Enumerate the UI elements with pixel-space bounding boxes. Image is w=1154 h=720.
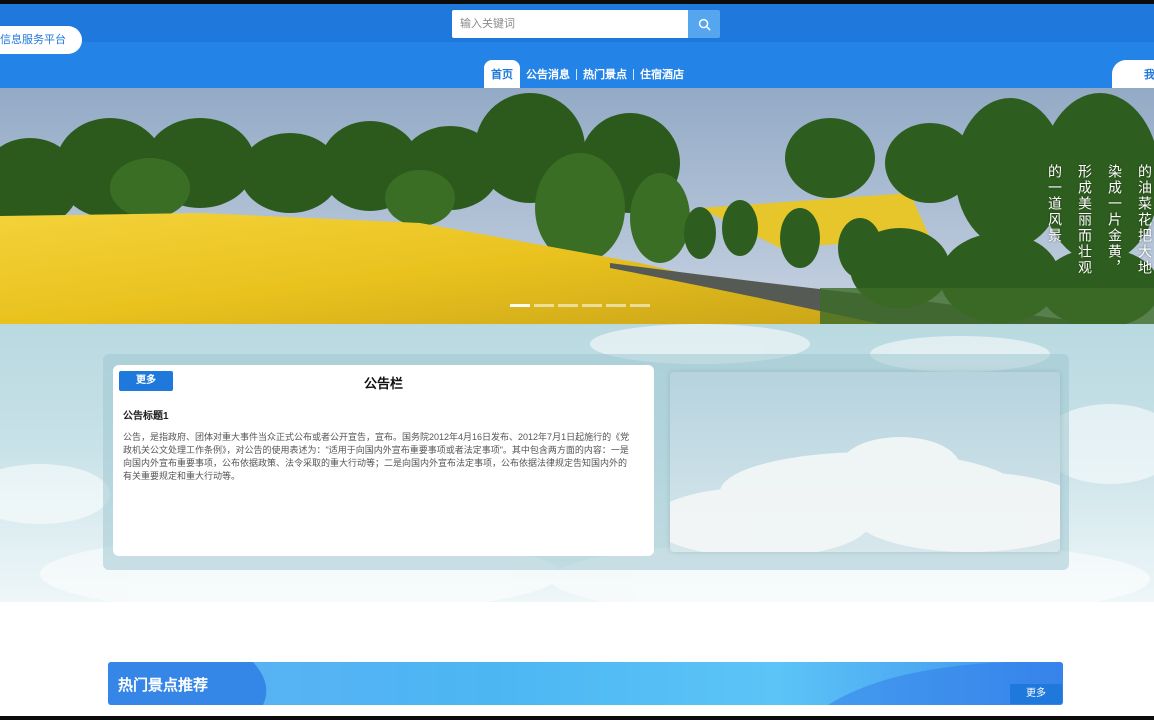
notice-card: 更多 公告栏 公告标题1 公告，是指政府、团体对重大事件当众正式公布或者公开宣告… xyxy=(113,365,654,556)
carousel-dot[interactable] xyxy=(582,304,602,307)
search-box xyxy=(452,10,720,38)
hot-attractions-title: 热门景点推荐 xyxy=(118,677,209,694)
carousel-dot[interactable] xyxy=(630,304,650,307)
main-navbar: 信息服务平台 首页 公告消息 热门景点 住宿酒店 我 xyxy=(0,26,1154,88)
carousel-indicators xyxy=(510,304,650,307)
top-header-bar xyxy=(0,4,1154,42)
search-button[interactable] xyxy=(688,10,720,38)
nav-item-attractions[interactable]: 热门景点 xyxy=(577,60,633,88)
cloud-photo xyxy=(670,372,1060,552)
user-menu-tab[interactable]: 我 xyxy=(1112,60,1154,88)
carousel-dot[interactable] xyxy=(606,304,626,307)
carousel-dot[interactable] xyxy=(534,304,554,307)
banner-caption: 的油菜花把大地 染成一片金黄， 形成美丽而壮观 的一道风景 xyxy=(710,164,1152,276)
hot-attractions-header: 热门景点推荐 更多 xyxy=(108,662,1063,705)
search-input[interactable] xyxy=(452,10,688,38)
banner-caption-line: 染成一片金黄， xyxy=(1106,164,1122,276)
banner-caption-line: 的油菜花把大地 xyxy=(1136,164,1152,276)
nav-item-announcements[interactable]: 公告消息 xyxy=(520,60,576,88)
notice-heading: 公告栏 xyxy=(363,376,403,391)
carousel-dot[interactable] xyxy=(558,304,578,307)
notice-image xyxy=(670,372,1060,552)
nav-menu: 首页 公告消息 热门景点 住宿酒店 xyxy=(484,60,690,88)
banner-caption-line: 的一道风景 xyxy=(1046,164,1062,244)
hero-banner-carousel[interactable]: 的油菜花把大地 染成一片金黄， 形成美丽而壮观 的一道风景 xyxy=(0,88,1154,324)
hot-more-button[interactable]: 更多 xyxy=(1010,684,1062,704)
banner-caption-line: 形成美丽而壮观 xyxy=(1076,164,1092,276)
nav-item-home[interactable]: 首页 xyxy=(484,60,520,88)
nav-item-hotels[interactable]: 住宿酒店 xyxy=(634,60,690,88)
hot-bar-decoration xyxy=(108,662,1063,705)
search-icon xyxy=(698,18,710,30)
site-brand[interactable]: 信息服务平台 xyxy=(0,26,82,54)
notice-item-title[interactable]: 公告标题1 xyxy=(123,407,169,422)
carousel-dot[interactable] xyxy=(510,304,530,307)
notice-item-body: 公告，是指政府、团体对重大事件当众正式公布或者公开宣告，宣布。国务院2012年4… xyxy=(123,432,630,481)
